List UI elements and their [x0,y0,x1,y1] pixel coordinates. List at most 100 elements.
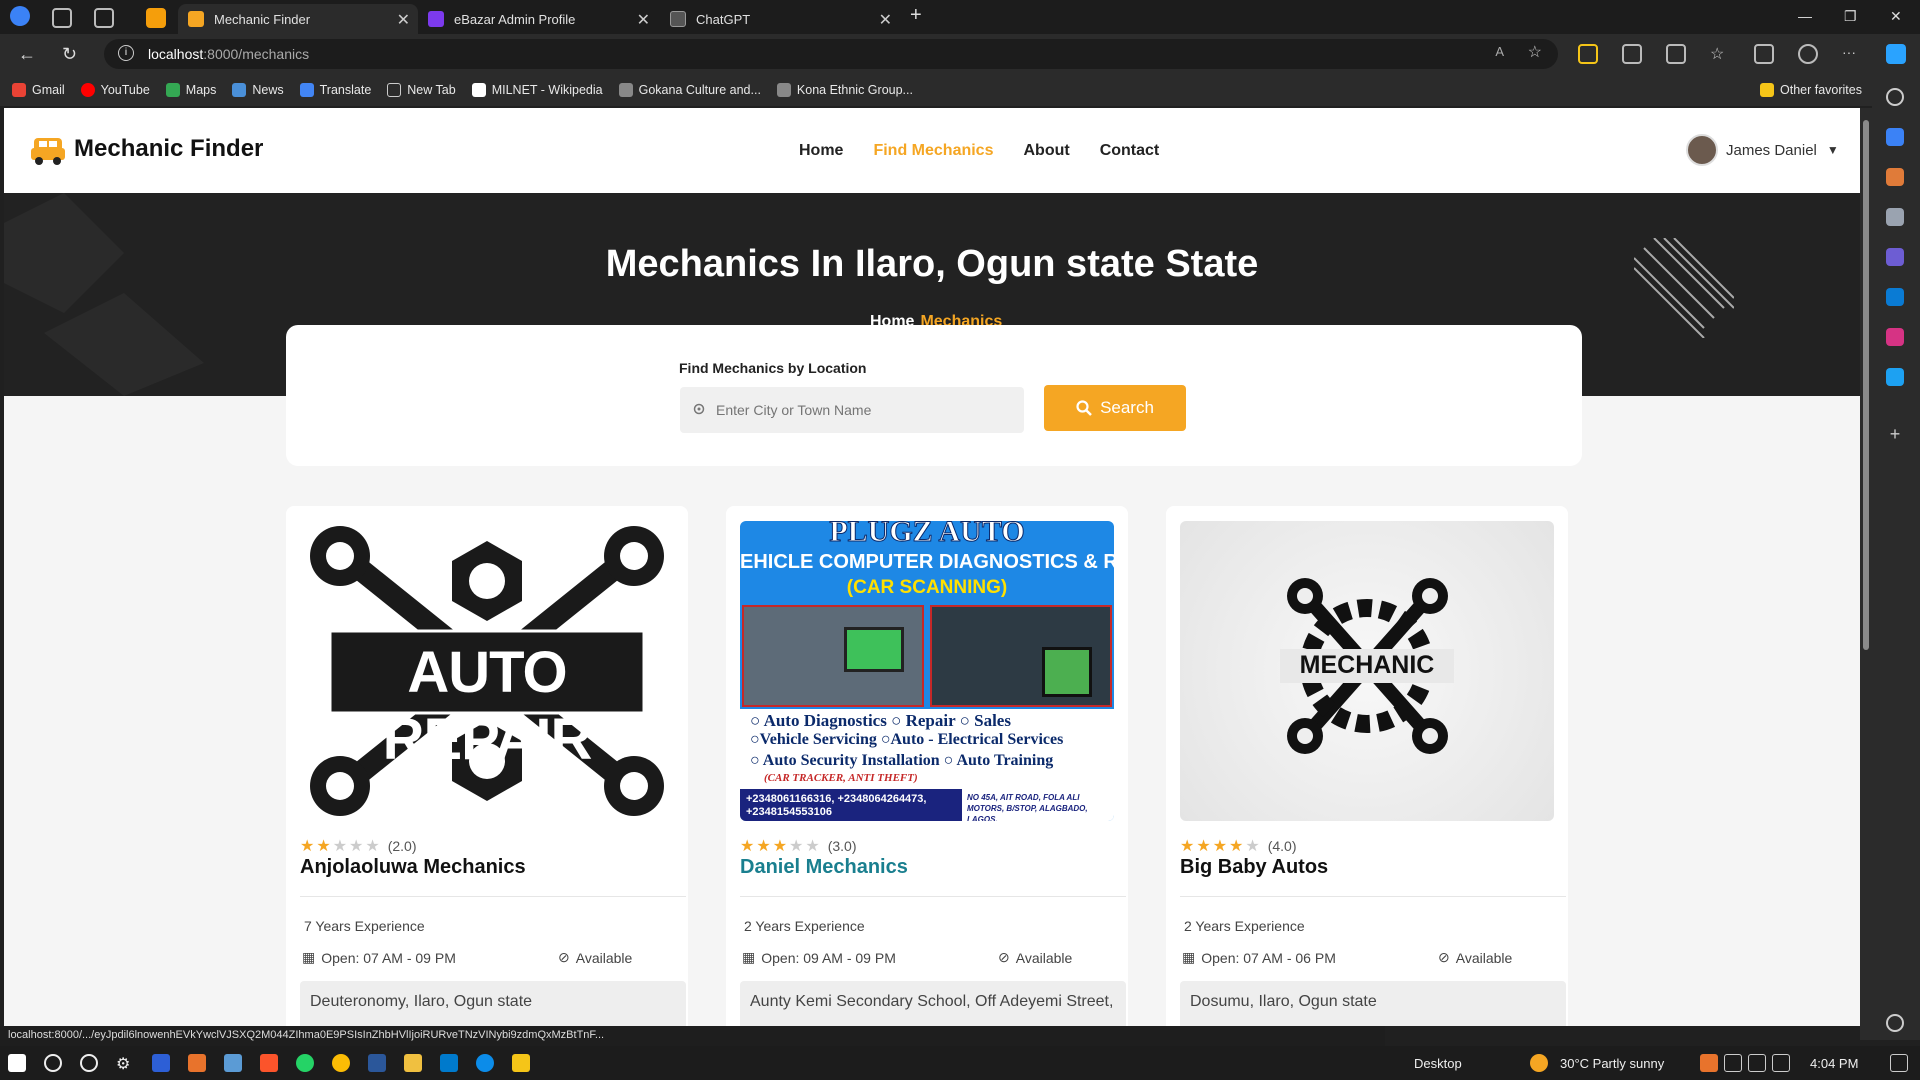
file-explorer-icon[interactable] [512,1054,530,1072]
bookmark-youtube[interactable]: YouTube [80,83,150,97]
settings-gear-icon[interactable]: ⚙ [116,1054,134,1073]
games-icon[interactable] [1886,208,1904,226]
ebazar-favicon [428,11,444,27]
add-icon[interactable]: + [1886,424,1904,444]
nav-find-mechanics[interactable]: Find Mechanics [873,142,993,160]
new-tab-icon[interactable]: + [910,4,922,27]
site-logo[interactable]: Mechanic Finder [30,132,263,166]
nav-home[interactable]: Home [799,142,843,160]
tab-actions-icon[interactable] [94,8,114,28]
bookmark-translate[interactable]: Translate [299,83,372,97]
tab-chatgpt[interactable]: ChatGPT ✕ [660,4,900,34]
more-icon[interactable]: ··· [1842,44,1862,64]
close-tab-icon[interactable]: ✕ [879,10,892,30]
refresh-icon[interactable]: ↻ [62,44,77,65]
star-icon: ★ [805,838,820,855]
user-menu[interactable]: James Daniel ▼ [1686,134,1839,166]
wallet-icon[interactable] [1578,44,1598,64]
star-icon: ★ [756,838,771,855]
favorites-icon[interactable]: ☆ [1710,44,1730,64]
app-icon[interactable] [152,1054,170,1072]
bookmark-kona[interactable]: Kona Ethnic Group... [776,83,913,97]
desktop-label[interactable]: Desktop [1414,1056,1462,1071]
scrollbar-thumb[interactable] [1863,120,1869,650]
toolbox-icon[interactable] [1886,168,1904,186]
copilot-icon[interactable] [1886,44,1906,64]
telegram-icon[interactable] [1886,368,1904,386]
nav-contact[interactable]: Contact [1100,142,1160,160]
designer-icon[interactable] [1886,328,1904,346]
weather-text[interactable]: 30°C Partly sunny [1560,1056,1664,1071]
app-icon[interactable] [188,1054,206,1072]
mechanic-image[interactable]: MECHANIC [1180,521,1554,821]
mechanic-image[interactable]: PLUGZ AUTO EHICLE COMPUTER DIAGNOSTICS &… [740,521,1114,821]
notifications-icon[interactable] [1890,1054,1908,1072]
url-field[interactable]: i localhost:8000/mechanics A ☆ [104,39,1558,69]
wifi-icon[interactable] [1772,1054,1790,1072]
mechanic-name[interactable]: Big Baby Autos [1180,856,1328,879]
mechanic-card[interactable]: MECHANIC ★ ★ ★ ★ ★ (4.0) Big Baby Autos 2 Ye… [1166,506,1568,1026]
close-tab-icon[interactable]: ✕ [637,10,650,30]
mechanic-card[interactable]: PLUGZ AUTO EHICLE COMPUTER DIAGNOSTICS &… [726,506,1128,1026]
browser-essentials-icon[interactable] [1798,44,1818,64]
word-icon[interactable] [368,1054,386,1072]
extensions-icon[interactable] [1622,44,1642,64]
page-scrollbar[interactable] [1860,108,1872,1040]
tab-label: ChatGPT [696,11,751,27]
tab-ebazar[interactable]: eBazar Admin Profile ✕ [418,4,658,34]
tray-icon[interactable] [1724,1054,1742,1072]
calendar-icon: ▦ [742,949,756,965]
mechanic-name[interactable]: Daniel Mechanics [740,856,908,879]
tray-icon[interactable] [1700,1054,1718,1072]
pinned-tab-icon[interactable] [146,8,166,28]
nav-about[interactable]: About [1023,142,1069,160]
brave-icon[interactable] [260,1054,278,1072]
favorite-star-icon[interactable]: ☆ [1528,42,1542,62]
outlook-icon[interactable] [1886,288,1904,306]
tray-icon[interactable] [1748,1054,1766,1072]
bookmark-maps[interactable]: Maps [165,83,216,97]
bookmark-label: Translate [319,83,372,97]
read-aloud-icon[interactable]: A [1495,44,1504,59]
close-tab-icon[interactable]: ✕ [397,10,410,30]
cortana-icon[interactable] [80,1054,98,1072]
tag-icon[interactable] [1886,128,1904,146]
location-input[interactable] [680,387,1024,433]
whatsapp-icon[interactable] [296,1054,314,1072]
clock[interactable]: 4:04 PM [1810,1056,1858,1071]
rating-stars: ★ ★ ★ ★ ★ (4.0) [1180,836,1297,856]
profile-icon[interactable] [10,6,30,26]
app-icon[interactable] [404,1054,422,1072]
settings-icon[interactable] [1886,1014,1904,1032]
mechanic-name[interactable]: Anjolaoluwa Mechanics [300,856,526,879]
site-info-icon[interactable]: i [118,45,134,61]
app-icon[interactable] [224,1054,242,1072]
vscode-icon[interactable] [440,1054,458,1072]
chevron-down-icon: ▼ [1826,143,1839,157]
mechanic-card[interactable]: AUTO REPAIR ★ ★ ★ ★ ★ (2.0) Anjolaoluwa Mech… [286,506,688,1026]
copilot-sidebar-icon[interactable] [1886,248,1904,266]
close-window-icon[interactable]: ✕ [1890,8,1902,25]
search-icon[interactable] [44,1054,62,1072]
search-icon[interactable] [1886,88,1904,106]
star-icon: ★ [772,838,788,855]
search-button[interactable]: Search [1044,385,1186,431]
weather-icon[interactable] [1530,1054,1548,1072]
workspaces-icon[interactable] [52,8,72,28]
edge-icon[interactable] [476,1054,494,1072]
chrome-icon[interactable] [332,1054,350,1072]
back-icon[interactable]: ← [18,44,36,65]
restore-icon[interactable]: ❐ [1844,8,1857,25]
minimize-icon[interactable]: — [1798,8,1812,24]
bookmark-gokana[interactable]: Gokana Culture and... [618,83,761,97]
bookmark-news[interactable]: News [232,83,284,97]
other-favorites[interactable]: Other favorites [1760,83,1862,97]
collections-icon[interactable] [1754,44,1774,64]
bookmark-new-tab[interactable]: New Tab [387,83,456,97]
tab-mechanic-finder[interactable]: Mechanic Finder ✕ [178,4,418,34]
windows-start-icon[interactable] [8,1054,26,1072]
split-screen-icon[interactable] [1666,44,1686,64]
bookmark-milnet[interactable]: MILNET - Wikipedia [471,83,603,97]
bookmark-gmail[interactable]: Gmail [12,83,65,97]
mechanic-image[interactable]: AUTO REPAIR [300,521,674,821]
